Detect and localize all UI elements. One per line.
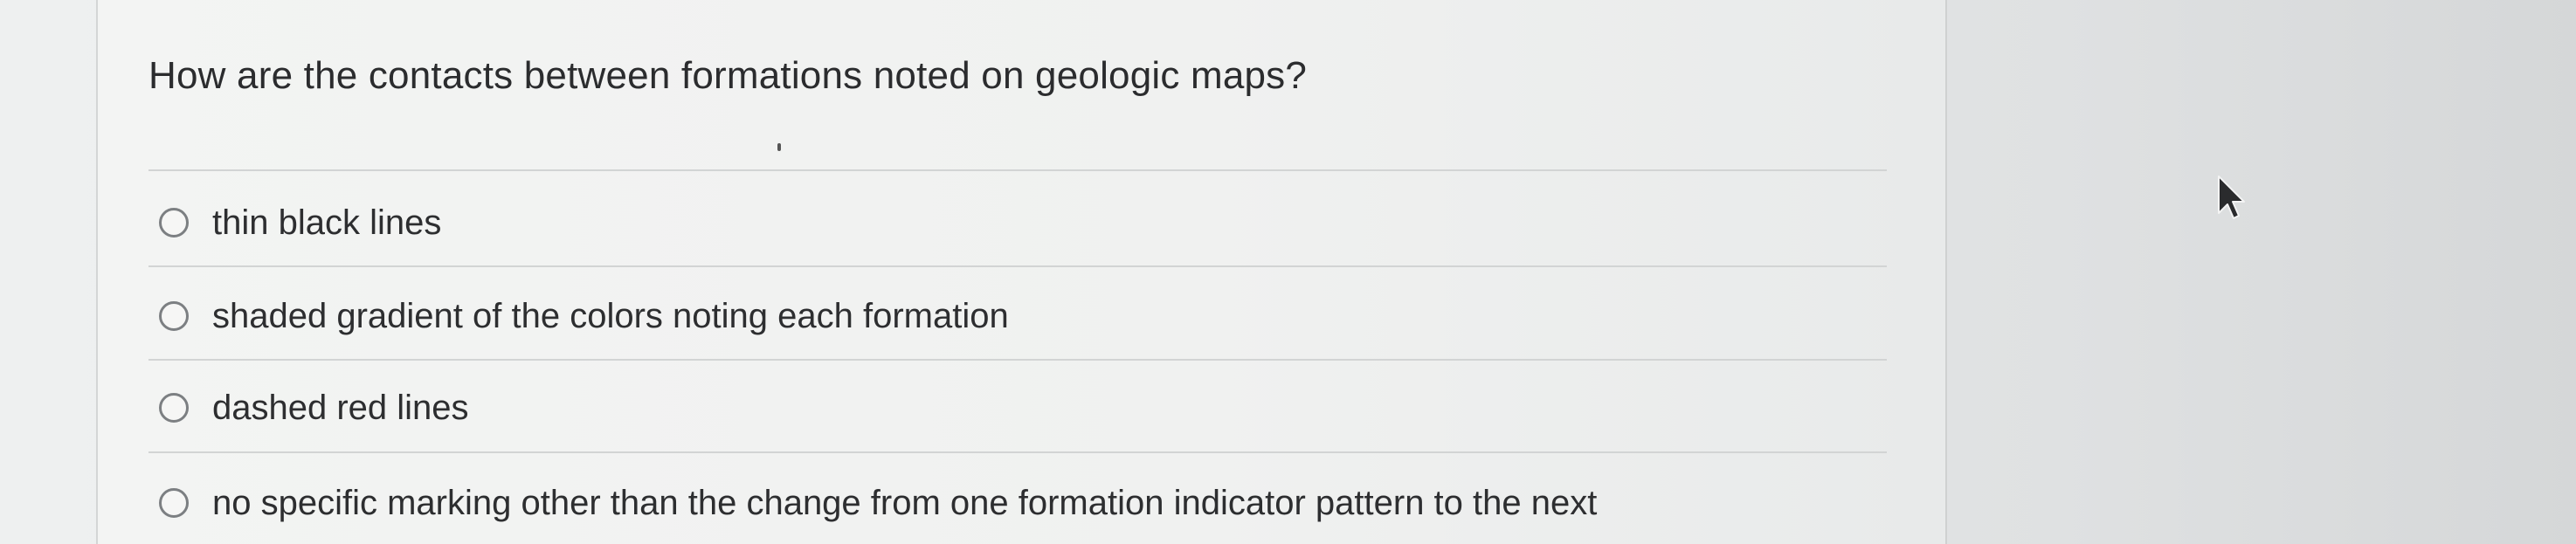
answer-option-label[interactable]: no specific marking other than the chang… — [212, 484, 1597, 523]
answer-option-label[interactable]: dashed red lines — [212, 389, 469, 428]
mouse-pointer-icon — [2218, 176, 2245, 219]
answer-option-3[interactable]: dashed red lines — [159, 382, 469, 434]
screen: How are the contacts between formations … — [0, 0, 2576, 544]
option-divider — [148, 359, 1887, 361]
answer-option-4[interactable]: no specific marking other than the chang… — [159, 477, 1597, 529]
radio-button-icon[interactable] — [159, 301, 189, 331]
answer-option-label[interactable]: shaded gradient of the colors noting eac… — [212, 297, 1009, 336]
radio-button-icon[interactable] — [159, 208, 189, 238]
question-text: How are the contacts between formations … — [148, 54, 1308, 97]
answer-option-2[interactable]: shaded gradient of the colors noting eac… — [159, 290, 1009, 342]
screen-speck — [777, 143, 781, 151]
radio-button-icon[interactable] — [159, 488, 189, 518]
answer-option-label[interactable]: thin black lines — [212, 203, 441, 243]
option-divider — [148, 451, 1887, 453]
question-divider — [148, 169, 1887, 171]
radio-button-icon[interactable] — [159, 393, 189, 423]
option-divider — [148, 265, 1887, 267]
answer-option-1[interactable]: thin black lines — [159, 196, 441, 249]
